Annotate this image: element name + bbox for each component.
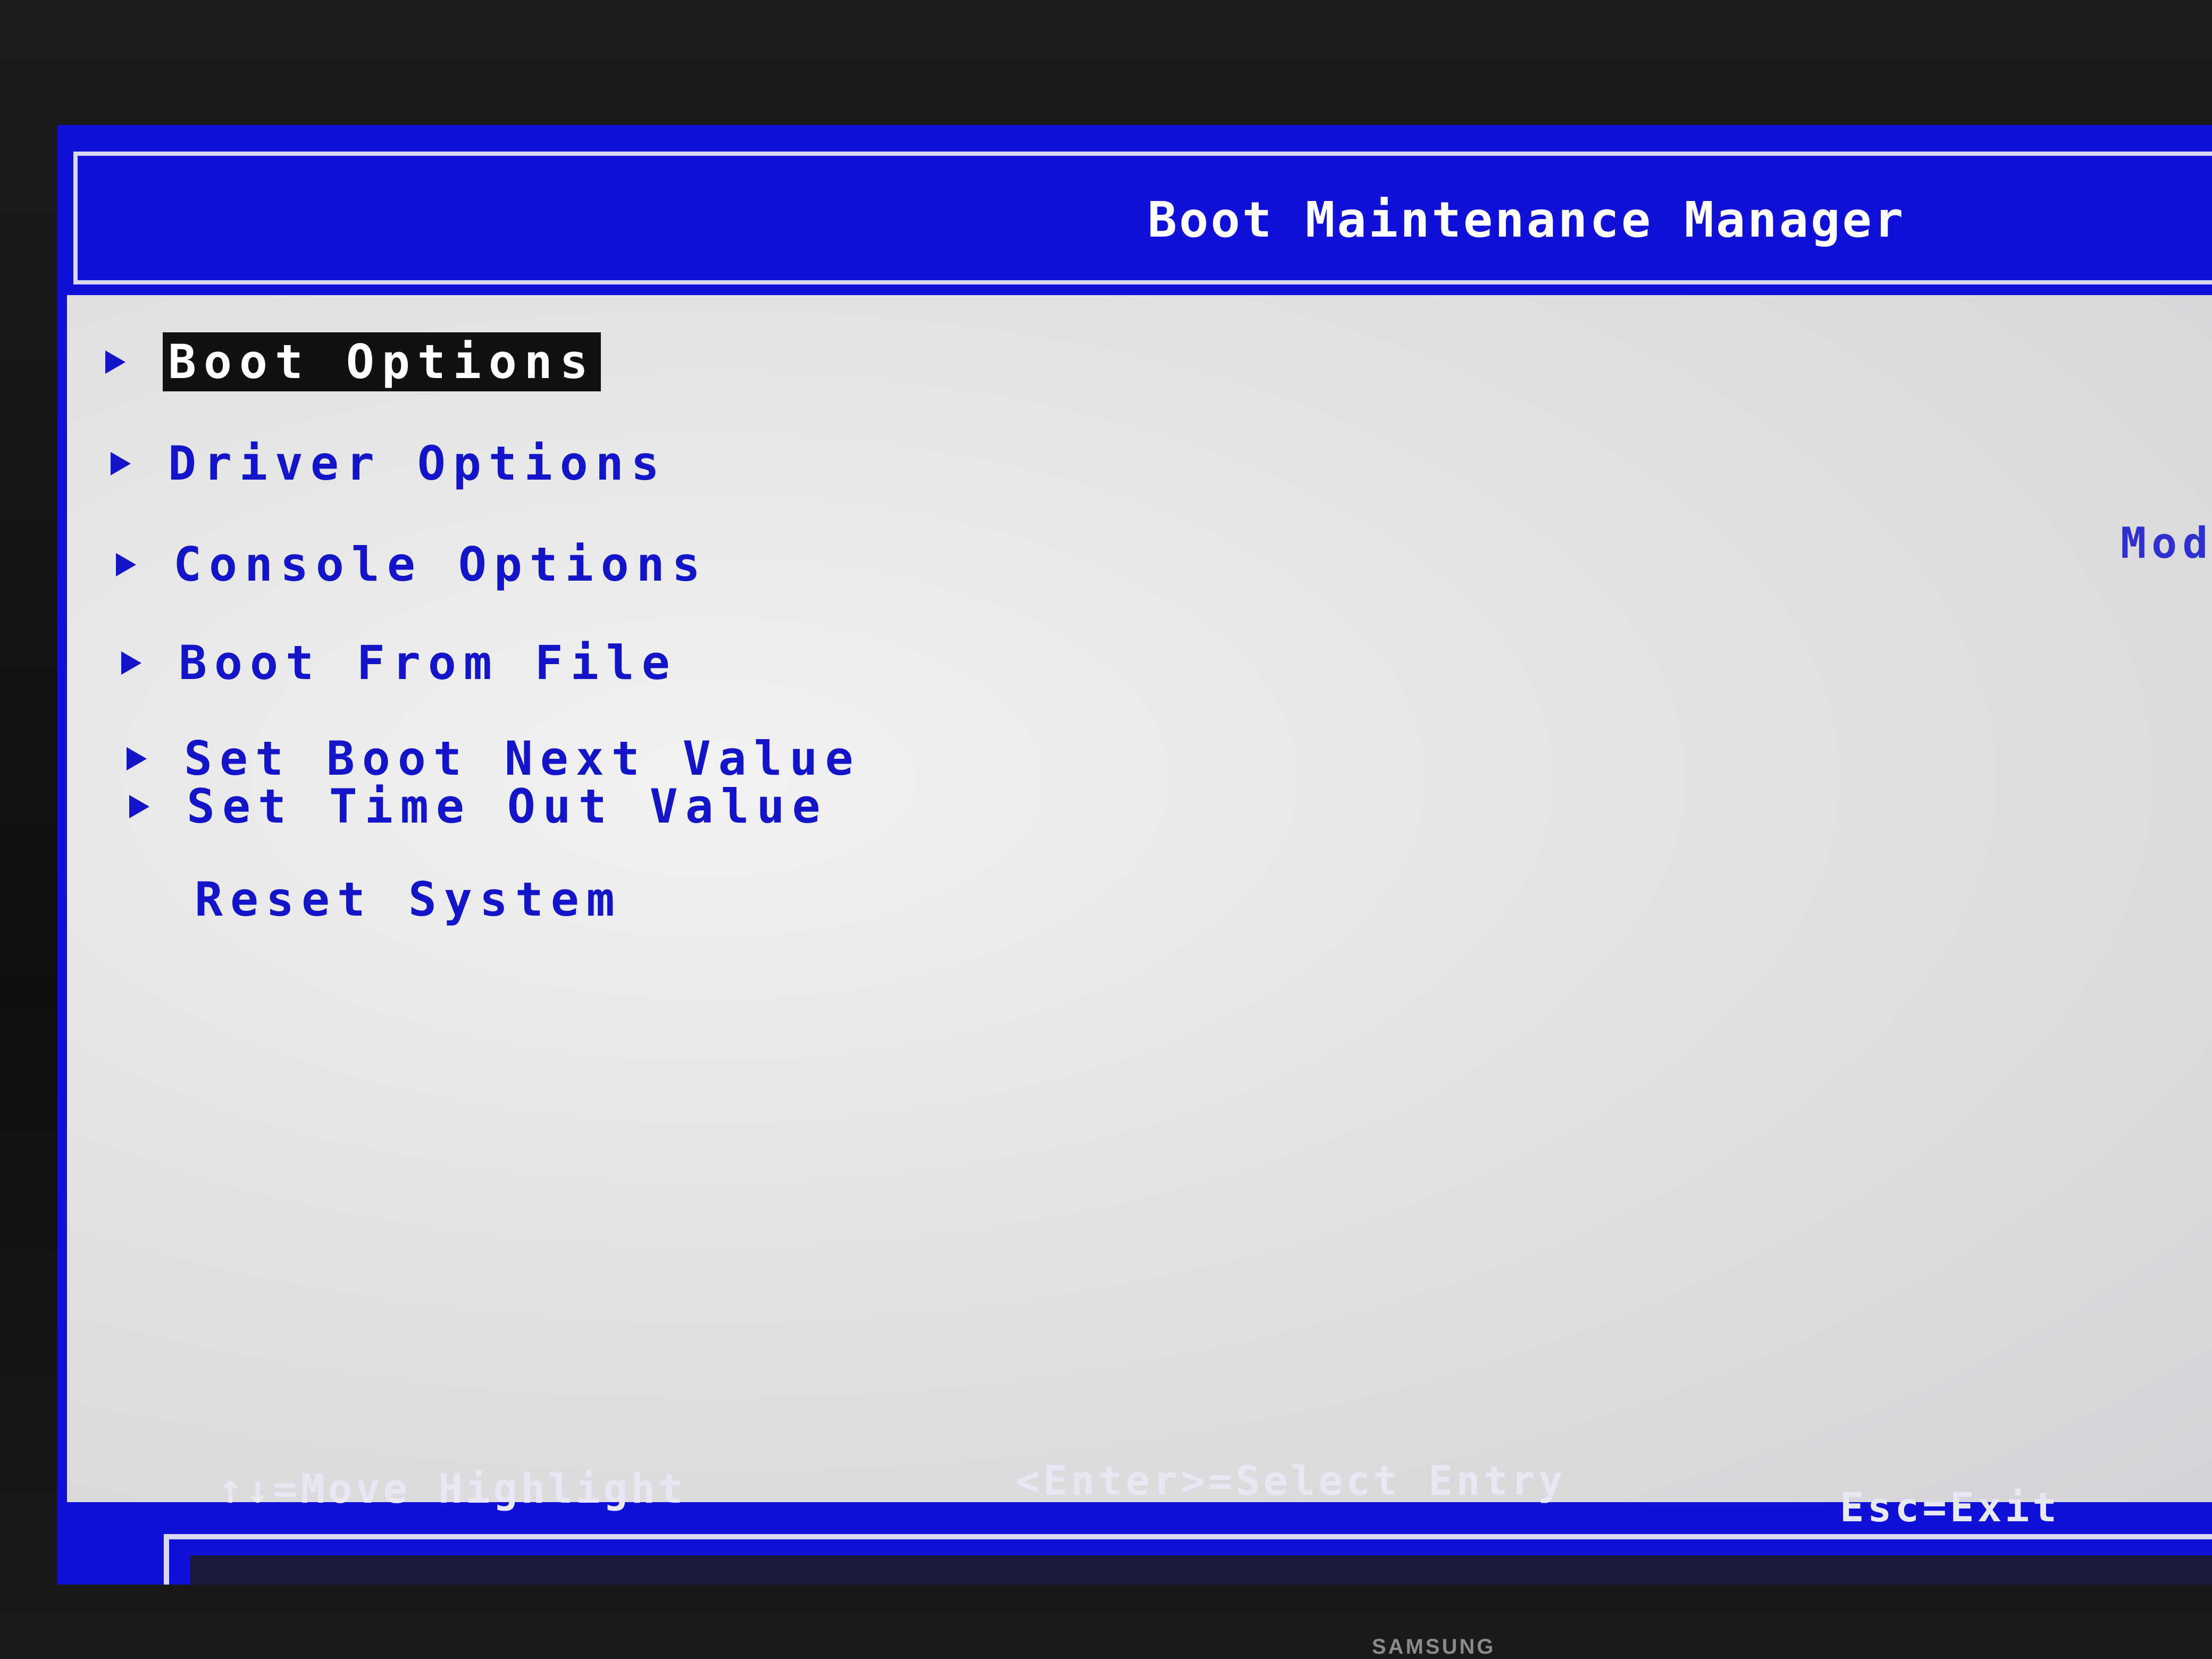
monitor-brand-logo: SAMSUNG	[1372, 1635, 1496, 1658]
menu-item-console-options[interactable]: Console Options	[116, 537, 708, 592]
menu-item-label: Set Boot Next Value	[184, 731, 861, 786]
footer-panel	[190, 1555, 2212, 1585]
submenu-arrow-icon	[129, 794, 149, 818]
menu-item-label: Console Options	[173, 537, 708, 592]
hint-select-entry: <Enter>=Select Entry	[1016, 1457, 1566, 1504]
hint-exit: Esc=Exit	[1840, 1484, 2060, 1531]
menu-item-label: Set Time Out Value	[187, 779, 828, 834]
monitor: Boot Maintenance Manager Boot Options Dr…	[0, 0, 2212, 1659]
menu-item-set-time-out-value[interactable]: Set Time Out Value	[129, 779, 828, 834]
menu-item-label: Boot From File	[179, 635, 677, 690]
submenu-arrow-icon	[111, 451, 131, 475]
menu-item-label: Driver Options	[168, 436, 667, 491]
help-text: Modif	[2121, 518, 2212, 568]
submenu-arrow-icon	[127, 747, 147, 770]
submenu-arrow-icon	[105, 350, 125, 374]
hint-move-highlight: ↑↓=Move Highlight	[218, 1465, 686, 1512]
submenu-arrow-icon	[121, 651, 141, 675]
page-title: Boot Maintenance Manager	[1147, 191, 1906, 248]
menu-item-label: Boot Options	[163, 332, 601, 391]
bios-screen: Boot Maintenance Manager Boot Options Dr…	[57, 125, 2212, 1585]
menu-item-label: Reset System	[195, 872, 622, 927]
menu-item-boot-from-file[interactable]: Boot From File	[121, 635, 677, 690]
menu-item-reset-system[interactable]: Reset System	[137, 872, 622, 927]
menu-item-driver-options[interactable]: Driver Options	[111, 436, 667, 491]
footer-bar	[164, 1534, 2212, 1585]
menu-item-boot-options[interactable]: Boot Options	[105, 332, 601, 391]
submenu-arrow-icon	[116, 552, 136, 576]
menu-item-set-boot-next-value[interactable]: Set Boot Next Value	[127, 731, 861, 786]
